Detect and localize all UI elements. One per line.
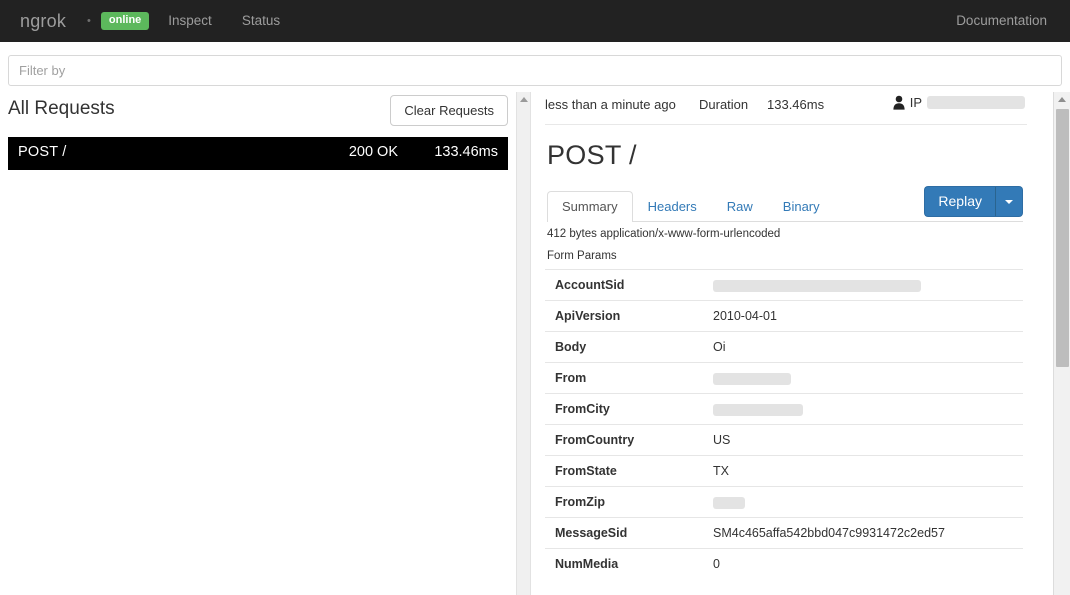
param-key: FromCountry [555,433,635,447]
navbar-right-group: Documentation [941,0,1070,42]
page-scrollbar[interactable] [1053,92,1070,595]
detail-tabs: Summary Headers Raw Binary Replay [547,186,1023,222]
table-row: ApiVersion 2010-04-01 [545,300,1023,332]
tab-raw[interactable]: Raw [712,191,768,222]
request-detail-panel: less than a minute ago Duration 133.46ms… [533,92,1037,595]
top-navbar: ngrok • online Inspect Status Documentat… [0,0,1070,42]
client-ip-group: IP [893,95,1025,110]
param-key: FromState [555,464,617,478]
param-value: 0 [713,557,720,571]
param-key: NumMedia [555,557,619,571]
param-key: MessageSid [555,526,628,540]
form-params-tbody: AccountSid ApiVersion 2010-04-01 Body Oi From… [545,269,1023,580]
param-value-redacted [713,372,791,385]
status-separator-dot: • [87,15,91,27]
replay-button[interactable]: Replay [924,186,996,217]
filter-bar [8,55,1062,86]
param-key: ApiVersion [555,309,621,323]
body-content-type: 412 bytes application/x-www-form-urlenco… [547,228,781,240]
param-value: Oi [713,340,726,354]
tab-binary[interactable]: Binary [768,191,835,222]
param-value-redacted [713,279,921,292]
page-scroll-up-arrow-icon[interactable] [1058,97,1066,102]
table-row: FromCountry US [545,424,1023,456]
status-badge: online [100,12,150,30]
param-key: Body [555,340,587,354]
nav-item-inspect[interactable]: Inspect [153,0,227,42]
duration-label: Duration [699,97,749,112]
param-value [705,487,1023,518]
param-value [705,270,1023,301]
request-duration: 133.46ms [434,144,498,160]
param-key: FromZip [555,495,605,509]
param-value-redacted [713,403,803,416]
chevron-down-icon [1005,199,1013,204]
replay-button-group: Replay [924,186,1023,217]
param-value: SM4c465affa542bbd047c9931472c2ed57 [713,526,945,540]
request-status: 200 OK [348,144,398,160]
scroll-up-arrow-icon[interactable] [520,97,528,102]
ip-label: IP [909,95,922,110]
param-value [705,394,1023,425]
form-params-label: Form Params [547,250,617,262]
tab-summary[interactable]: Summary [547,191,633,222]
page-scrollbar-thumb[interactable] [1056,109,1069,367]
nav-item-status[interactable]: Status [227,0,295,42]
form-params-table: AccountSid ApiVersion 2010-04-01 Body Oi From… [545,269,1023,579]
param-key: From [555,371,587,385]
param-value-redacted [713,496,745,509]
page-title: All Requests [8,98,115,119]
requests-list: POST / 200 OK 133.46ms [0,137,516,170]
table-row: FromCity [545,393,1023,425]
clear-requests-button[interactable]: Clear Requests [390,95,508,126]
table-row: From [545,362,1023,394]
brand-ngrok[interactable]: ngrok [0,0,81,42]
param-value: 2010-04-01 [713,309,777,323]
requests-panel: All Requests Clear Requests POST / 200 O… [0,92,516,595]
param-key: AccountSid [555,278,625,292]
request-title: POST / [547,140,637,170]
nav-item-documentation[interactable]: Documentation [941,0,1062,42]
left-panel-scrollbar[interactable] [516,92,531,595]
person-icon [893,95,905,110]
tab-headers[interactable]: Headers [633,191,712,222]
param-value: TX [713,464,729,478]
requests-panel-header: All Requests Clear Requests [0,92,516,137]
replay-dropdown-toggle[interactable] [996,186,1023,217]
table-row: NumMedia 0 [545,548,1023,580]
table-row: Body Oi [545,331,1023,363]
filter-input[interactable] [8,55,1062,86]
table-row: AccountSid [545,269,1023,301]
duration-value: 133.46ms [767,97,825,112]
param-key: FromCity [555,402,610,416]
ip-value-redacted [927,96,1025,109]
param-value [705,363,1023,394]
table-row: FromZip [545,486,1023,518]
request-meta-row: less than a minute ago Duration 133.46ms… [545,92,1027,125]
table-row: FromState TX [545,455,1023,487]
request-timestamp: less than a minute ago [545,97,676,112]
request-method-path: POST / [18,144,67,160]
param-value: US [713,433,731,447]
request-row-selected[interactable]: POST / 200 OK 133.46ms [8,137,508,170]
table-row: MessageSid SM4c465affa542bbd047c9931472c2… [545,517,1023,549]
